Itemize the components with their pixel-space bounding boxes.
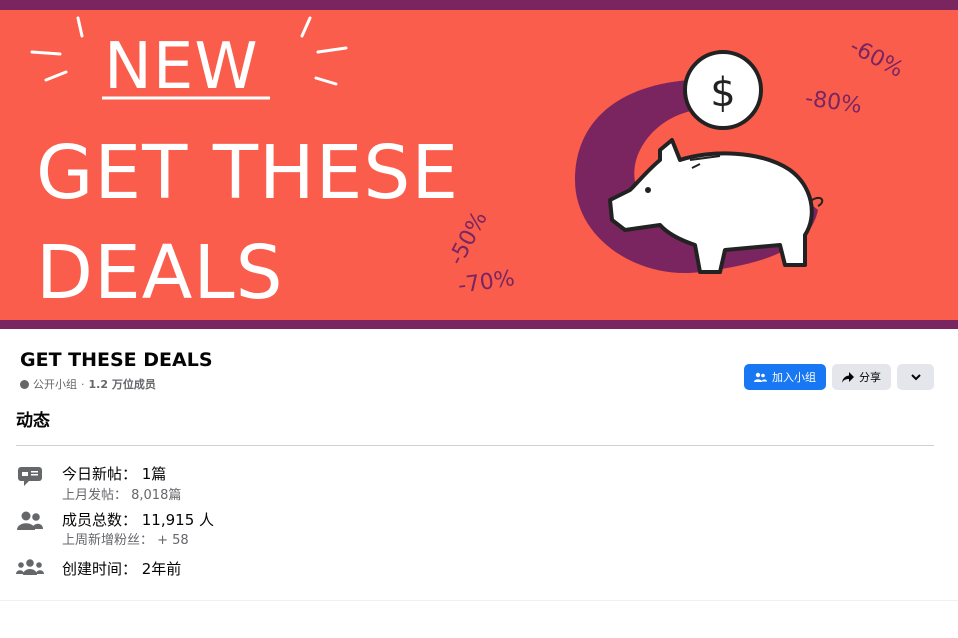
join-group-label: 加入小组 bbox=[772, 371, 816, 384]
divider bbox=[0, 600, 958, 601]
more-options-button[interactable] bbox=[897, 364, 934, 390]
group-icon bbox=[16, 559, 44, 575]
share-button[interactable]: 分享 bbox=[832, 364, 891, 390]
banner-new-text: NEW bbox=[104, 30, 259, 104]
group-privacy: 公开小组 bbox=[33, 378, 77, 391]
add-group-icon bbox=[754, 372, 767, 382]
divider bbox=[16, 445, 934, 446]
total-members: 成员总数： 11,915 人 bbox=[62, 511, 215, 529]
chat-bubble-icon bbox=[18, 467, 42, 486]
posts-today: 今日新帖： 1篇 bbox=[62, 465, 167, 483]
svg-text:$: $ bbox=[710, 70, 735, 116]
activity-heading: 动态 bbox=[16, 411, 50, 431]
group-title[interactable]: GET THESE DEALS bbox=[20, 349, 213, 371]
posts-last-month: 上月发帖： 8,018篇 bbox=[62, 488, 182, 503]
chevron-down-icon bbox=[910, 373, 921, 380]
share-arrow-icon bbox=[842, 371, 854, 383]
globe-icon bbox=[20, 379, 29, 389]
people-icon bbox=[17, 511, 43, 530]
share-label: 分享 bbox=[859, 371, 881, 384]
group-meta: 公开小组 · 1.2 万位成员 bbox=[20, 376, 156, 392]
cover-image: $ NEW GET THESE DEALS -60% -80% -50% -70… bbox=[0, 10, 958, 320]
cover-photo[interactable]: $ NEW GET THESE DEALS -60% -80% -50% -70… bbox=[0, 0, 958, 329]
banner-headline-line1: GET THESE bbox=[36, 130, 460, 216]
banner-headline-line2: DEALS bbox=[36, 230, 284, 316]
meta-separator: · bbox=[81, 377, 85, 391]
member-count[interactable]: 1.2 万位成员 bbox=[89, 376, 156, 392]
new-followers-last-week: 上周新增粉丝： + 58 bbox=[62, 533, 189, 548]
join-group-button[interactable]: 加入小组 bbox=[744, 364, 826, 390]
group-created: 创建时间： 2年前 bbox=[62, 560, 182, 578]
